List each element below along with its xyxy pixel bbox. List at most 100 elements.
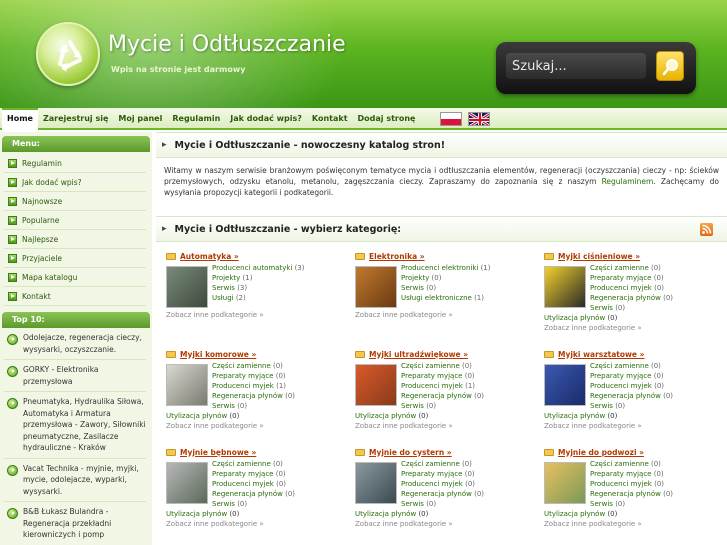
rss-icon[interactable] <box>700 223 713 236</box>
subcategory-link[interactable]: Preparaty myjące <box>590 274 652 282</box>
sidebar-menu-item[interactable]: Najlepsze <box>4 230 146 249</box>
flag-gb-icon[interactable] <box>468 112 490 126</box>
subcategory-link[interactable]: Serwis <box>590 500 613 508</box>
subcategory-link[interactable]: Utylizacja płynów <box>355 510 416 518</box>
nav-terms[interactable]: Regulamin <box>167 108 225 130</box>
subcategory-link[interactable]: Projekty <box>401 274 429 282</box>
subcategory-link[interactable]: Preparaty myjące <box>212 470 274 478</box>
category-link[interactable]: Myjnie do podwozi » <box>558 448 644 457</box>
subcategory-link[interactable]: Producenci myjek <box>401 480 463 488</box>
subcategory-link[interactable]: Preparaty myjące <box>401 372 463 380</box>
category-thumbnail[interactable] <box>355 462 397 504</box>
sidebar-menu-item[interactable]: Popularne <box>4 211 146 230</box>
flag-pl-icon[interactable] <box>440 112 462 126</box>
top10-item[interactable]: Odolejacze, regeneracja cieczy, wysysark… <box>4 332 146 360</box>
subcategory-link[interactable]: Części zamienne <box>212 460 271 468</box>
subcategory-link[interactable]: Serwis <box>212 284 235 292</box>
more-subcategories-link[interactable]: Zobacz inne podkategorie » <box>544 324 642 332</box>
nav-home[interactable]: Home <box>2 108 38 130</box>
subcategory-link[interactable]: Preparaty myjące <box>590 470 652 478</box>
subcategory-link[interactable]: Części zamienne <box>590 264 649 272</box>
subcategory-link[interactable]: Regeneracja płynów <box>212 490 283 498</box>
subcategory-link[interactable]: Preparaty myjące <box>212 372 274 380</box>
nav-how-to-add[interactable]: Jak dodać wpis? <box>225 108 307 130</box>
subcategory-link[interactable]: Utylizacja płynów <box>355 412 416 420</box>
subcategory-link[interactable]: Części zamienne <box>590 362 649 370</box>
more-subcategories-link[interactable]: Zobacz inne podkategorie » <box>166 520 264 528</box>
subcategory-link[interactable]: Regeneracja płynów <box>401 490 472 498</box>
subcategory-link[interactable]: Serwis <box>212 402 235 410</box>
sidebar-menu-item[interactable]: Jak dodać wpis? <box>4 173 146 192</box>
subcategory-link[interactable]: Producenci myjek <box>212 382 274 390</box>
subcategory-link[interactable]: Producenci elektroniki <box>401 264 478 272</box>
search-input[interactable] <box>506 53 646 79</box>
subcategory-link[interactable]: Producenci myjek <box>590 480 652 488</box>
search-button[interactable] <box>656 51 684 81</box>
subcategory-link[interactable]: Projekty <box>212 274 240 282</box>
subcategory-link[interactable]: Producenci myjek <box>590 382 652 390</box>
more-subcategories-link[interactable]: Zobacz inne podkategorie » <box>355 422 453 430</box>
category-link[interactable]: Myjki ciśnieniowe » <box>558 252 640 261</box>
subcategory-link[interactable]: Producenci automatyki <box>212 264 292 272</box>
subcategory-link[interactable]: Utylizacja płynów <box>544 314 605 322</box>
nav-add-site[interactable]: Dodaj stronę <box>353 108 421 130</box>
subcategory-link[interactable]: Części zamienne <box>401 460 460 468</box>
category-link[interactable]: Myjnie do cystern » <box>369 448 452 457</box>
more-subcategories-link[interactable]: Zobacz inne podkategorie » <box>355 520 453 528</box>
subcategory-link[interactable]: Części zamienne <box>401 362 460 370</box>
top10-item[interactable]: Pneumatyka, Hydraulika Siłowa, Automatyk… <box>4 396 146 459</box>
subcategory-link[interactable]: Usługi <box>212 294 234 302</box>
subcategory-link[interactable]: Regeneracja płynów <box>590 294 661 302</box>
category-thumbnail[interactable] <box>544 364 586 406</box>
sidebar-menu-item[interactable]: Najnowsze <box>4 192 146 211</box>
subcategory-link[interactable]: Serwis <box>212 500 235 508</box>
sidebar-menu-item[interactable]: Mapa katalogu <box>4 268 146 287</box>
subcategory-link[interactable]: Części zamienne <box>212 362 271 370</box>
subcategory-link[interactable]: Serwis <box>590 304 613 312</box>
recycle-logo-icon[interactable] <box>36 22 100 86</box>
category-thumbnail[interactable] <box>544 462 586 504</box>
category-thumbnail[interactable] <box>166 462 208 504</box>
subcategory-link[interactable]: Regeneracja płynów <box>401 392 472 400</box>
subcategory-link[interactable]: Preparaty myjące <box>401 470 463 478</box>
more-subcategories-link[interactable]: Zobacz inne podkategorie » <box>544 520 642 528</box>
subcategory-link[interactable]: Serwis <box>590 402 613 410</box>
subcategory-link[interactable]: Serwis <box>401 402 424 410</box>
top10-item[interactable]: Vacat Technika - myjnie, myjki, mycie, o… <box>4 463 146 502</box>
category-thumbnail[interactable] <box>355 266 397 308</box>
subcategory-link[interactable]: Producenci myjek <box>401 382 463 390</box>
more-subcategories-link[interactable]: Zobacz inne podkategorie » <box>355 311 453 319</box>
subcategory-link[interactable]: Utylizacja płynów <box>544 412 605 420</box>
top10-item[interactable]: B&B Łukasz Bulandra - Regeneracja przekł… <box>4 506 146 545</box>
site-title[interactable]: Mycie i Odtłuszczanie <box>108 32 346 57</box>
terms-link[interactable]: Regulaminem <box>602 177 654 186</box>
category-thumbnail[interactable] <box>355 364 397 406</box>
category-thumbnail[interactable] <box>544 266 586 308</box>
more-subcategories-link[interactable]: Zobacz inne podkategorie » <box>166 311 264 319</box>
nav-my-panel[interactable]: Moj panel <box>113 108 167 130</box>
subcategory-link[interactable]: Usługi elektroniczne <box>401 294 472 302</box>
category-link[interactable]: Myjki komorowe » <box>180 350 256 359</box>
top10-item[interactable]: GORKY - Elektronika przemysłowa <box>4 364 146 392</box>
subcategory-link[interactable]: Utylizacja płynów <box>166 510 227 518</box>
subcategory-link[interactable]: Utylizacja płynów <box>166 412 227 420</box>
category-link[interactable]: Myjki ultradźwiękowe » <box>369 350 468 359</box>
nav-contact[interactable]: Kontakt <box>307 108 353 130</box>
category-link[interactable]: Myjki warsztatowe » <box>558 350 644 359</box>
category-link[interactable]: Myjnie bębnowe » <box>180 448 256 457</box>
subcategory-link[interactable]: Producenci myjek <box>212 480 274 488</box>
subcategory-link[interactable]: Serwis <box>401 500 424 508</box>
subcategory-link[interactable]: Preparaty myjące <box>590 372 652 380</box>
more-subcategories-link[interactable]: Zobacz inne podkategorie » <box>544 422 642 430</box>
sidebar-menu-item[interactable]: Kontakt <box>4 287 146 306</box>
subcategory-link[interactable]: Producenci myjek <box>590 284 652 292</box>
subcategory-link[interactable]: Utylizacja płynów <box>544 510 605 518</box>
subcategory-link[interactable]: Regeneracja płynów <box>590 490 661 498</box>
category-thumbnail[interactable] <box>166 364 208 406</box>
nav-register[interactable]: Zarejestruj się <box>38 108 113 130</box>
subcategory-link[interactable]: Serwis <box>401 284 424 292</box>
sidebar-menu-item[interactable]: Przyjaciele <box>4 249 146 268</box>
subcategory-link[interactable]: Regeneracja płynów <box>590 392 661 400</box>
subcategory-link[interactable]: Części zamienne <box>590 460 649 468</box>
category-link[interactable]: Automatyka » <box>180 252 239 261</box>
